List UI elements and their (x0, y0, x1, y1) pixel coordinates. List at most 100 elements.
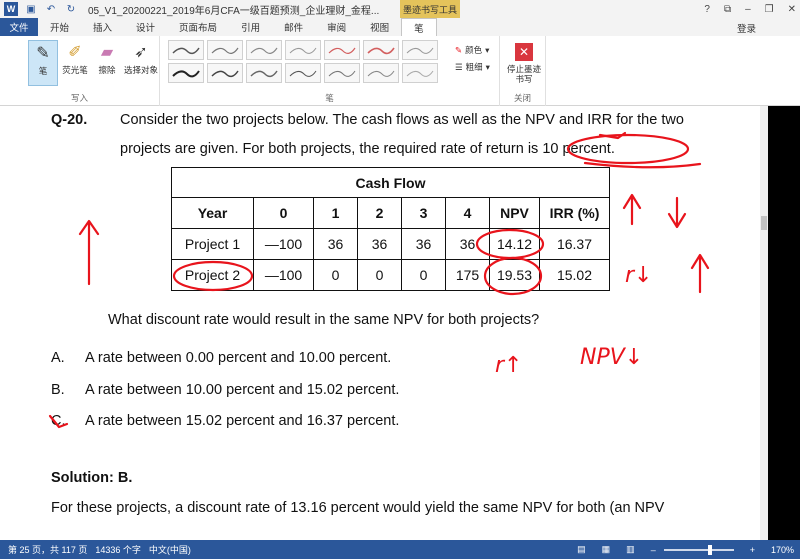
pen-style-swatch[interactable] (324, 40, 360, 60)
tab-insert[interactable]: 插入 (81, 18, 124, 36)
title-bar: W ▣ ↶ ↻ 05_V1_20200221_2019年6月CFA一级百题预测_… (0, 0, 800, 18)
ink-underline (598, 131, 627, 140)
table-cell: —100 (253, 228, 314, 260)
table-header: 1 (313, 197, 358, 229)
pens-group-label: 笔 (325, 93, 334, 103)
login-link[interactable]: 登录 (737, 21, 756, 35)
document-title: 05_V1_20200221_2019年6月CFA一级百题预测_企业理财_金程.… (88, 5, 380, 17)
zoom-slider-knob[interactable] (707, 544, 712, 555)
minimize-icon[interactable]: – (745, 4, 751, 15)
write-group-label: 写入 (70, 93, 88, 103)
page-count[interactable]: 第 25 页，共 117 页 (8, 543, 87, 556)
print-layout-icon[interactable]: ▦ (602, 544, 611, 555)
table-cell: 14.12 (489, 228, 540, 260)
ink-tools-context-tab: 墨迹书写工具 (400, 0, 460, 18)
cash-flow-table: Cash Flow Year 0 1 2 3 4 NPV IRR (%) Pro… (171, 167, 610, 291)
pen-style-swatch[interactable] (246, 40, 282, 60)
table-header: 3 (401, 197, 446, 229)
question-number: Q-20. (51, 112, 88, 128)
ink-arrow-up-left (78, 219, 100, 286)
save-icon[interactable]: ▣ (24, 3, 38, 15)
read-mode-icon[interactable]: ▤ (577, 544, 586, 555)
pen-style-swatch[interactable] (324, 63, 360, 83)
restore-icon[interactable]: ❐ (765, 4, 774, 15)
tab-pen[interactable]: 笔 (401, 18, 437, 36)
zoom-level[interactable]: 170% (771, 545, 794, 555)
table-cell: 36 (401, 228, 446, 260)
pen-style-swatch[interactable] (402, 63, 438, 83)
language[interactable]: 中文(中国) (149, 543, 191, 556)
pen-style-swatch[interactable] (207, 63, 243, 83)
chevron-down-icon: ▾ (485, 62, 490, 72)
table-cell: 175 (445, 259, 490, 291)
redo-icon[interactable]: ↻ (64, 3, 78, 15)
ink-note-npv-down: NPV↓ (580, 345, 643, 370)
stop-inking-button[interactable]: ✕ 停止墨迹书写 (504, 40, 544, 84)
tab-design[interactable]: 设计 (124, 18, 167, 36)
pen-style-gallery (168, 40, 438, 83)
tab-references[interactable]: 引用 (229, 18, 272, 36)
table-cell: 36 (357, 228, 402, 260)
close-icon[interactable]: ✕ (788, 4, 796, 15)
ink-note-r-up: r↑ (495, 353, 522, 378)
table-header: IRR (%) (539, 197, 610, 229)
document-page[interactable]: Q-20. Consider the two projects below. T… (0, 106, 760, 540)
status-right: ▤ ▦ ▥ – + 170% (569, 540, 794, 559)
table-cell: —100 (253, 259, 314, 291)
highlighter-label: 荧光笔 (62, 65, 88, 75)
pen-style-swatch[interactable] (207, 40, 243, 60)
select-objects-label: 选择对象 (124, 65, 159, 75)
zoom-out-icon[interactable]: – (651, 545, 656, 555)
select-objects-button[interactable]: ➶ 选择对象 (124, 40, 158, 76)
chevron-down-icon: ▾ (485, 45, 490, 55)
tab-view[interactable]: 视图 (358, 18, 401, 36)
pen-style-swatch[interactable] (285, 40, 321, 60)
pen-thickness-label: 粗细 (465, 62, 483, 72)
pen-icon: ✎ (36, 45, 50, 62)
pen-style-swatch[interactable] (168, 40, 204, 60)
pen-style-swatch[interactable] (363, 40, 399, 60)
vertical-scrollbar[interactable] (760, 106, 768, 540)
tab-file[interactable]: 文件 (0, 18, 38, 36)
pen-style-swatch[interactable] (363, 63, 399, 83)
table-cell: 0 (401, 259, 446, 291)
pen-color-dropdown[interactable]: ✎ 颜色 ▾ (455, 42, 490, 59)
web-layout-icon[interactable]: ▥ (626, 544, 635, 555)
cursor-icon: ➶ (134, 44, 148, 61)
table-cell: 15.02 (539, 259, 610, 291)
scrollbar-thumb[interactable] (761, 216, 767, 230)
word-logo-icon: W (4, 2, 18, 16)
word-count[interactable]: 14336 个字 (95, 543, 141, 556)
highlighter-button[interactable]: ✐ 荧光笔 (60, 40, 90, 76)
solution-title: Solution: B. (51, 470, 133, 486)
table-caption: Cash Flow (171, 167, 610, 198)
table-cell: 16.37 (539, 228, 610, 260)
tab-layout[interactable]: 页面布局 (167, 18, 229, 36)
eraser-icon: ▰ (100, 44, 114, 61)
pen-style-swatch[interactable] (402, 40, 438, 60)
ribbon: ✎ 笔 ✐ 荧光笔 ▰ 擦除 ➶ 选择对象 写入 笔 ✎ 颜色 ▾ ☰ 粗细 ▾… (0, 36, 800, 106)
help-icon[interactable]: ? (704, 4, 710, 15)
close-group-label: 关闭 (513, 93, 531, 103)
pen-style-swatch[interactable] (285, 63, 321, 83)
pen-style-swatch[interactable] (168, 63, 204, 83)
tab-mailings[interactable]: 邮件 (272, 18, 315, 36)
question-line-1: Consider the two projects below. The cas… (120, 112, 684, 128)
stop-inking-label: 停止墨迹书写 (506, 64, 541, 84)
undo-icon[interactable]: ↶ (44, 3, 58, 15)
highlighter-icon: ✐ (68, 44, 82, 61)
table-header: 4 (445, 197, 490, 229)
pen-style-swatch[interactable] (246, 63, 282, 83)
tab-review[interactable]: 审阅 (315, 18, 358, 36)
eraser-button[interactable]: ▰ 擦除 (92, 40, 122, 76)
close-red-icon: ✕ (513, 40, 535, 64)
right-background (768, 106, 800, 540)
zoom-in-icon[interactable]: + (750, 545, 755, 555)
ribbon-display-icon[interactable]: ⧉ (724, 4, 731, 15)
pen-button[interactable]: ✎ 笔 (28, 40, 58, 86)
table-cell: 36 (313, 228, 358, 260)
pen-thickness-dropdown[interactable]: ☰ 粗细 ▾ (455, 59, 490, 76)
option-a-text: A rate between 0.00 percent and 10.00 pe… (85, 350, 392, 366)
tab-home[interactable]: 开始 (38, 18, 81, 36)
zoom-slider[interactable] (663, 544, 734, 555)
